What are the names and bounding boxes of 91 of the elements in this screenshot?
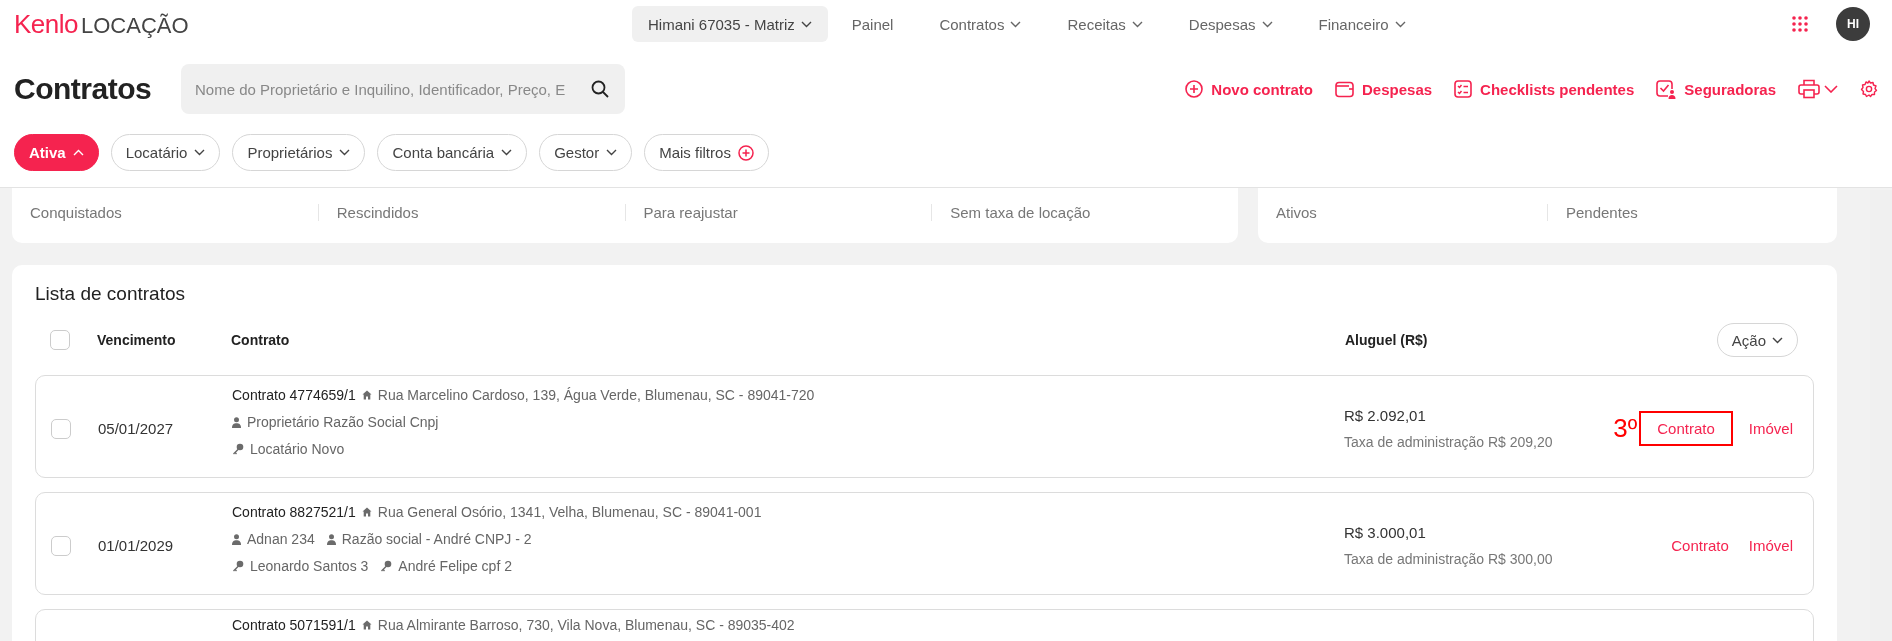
action-link[interactable]: Novo contrato [1185, 80, 1313, 98]
stat-label: Conquistados [30, 204, 122, 221]
check-user-icon [1656, 79, 1677, 99]
property-address: Rua Almirante Barroso, 730, Vila Nova, Blumenau, SC - 89035-402 [377, 617, 795, 633]
admin-fee: Taxa de administração R$ 300,00 [1344, 551, 1554, 567]
caret-icon [194, 149, 206, 156]
nav-menu-item[interactable]: Painel [829, 6, 916, 42]
caret-icon [1010, 20, 1022, 28]
column-header: Contrato [231, 332, 291, 348]
owner-name: Proprietário Razão Social Cnpj [247, 414, 439, 430]
caret-icon [1824, 85, 1838, 93]
person-icon [326, 533, 336, 545]
contract-number: Contrato 4774659/1 [232, 387, 356, 403]
plus-circle-icon [737, 144, 754, 161]
action-link[interactable]: Checklists pendentes [1454, 80, 1635, 98]
property-link[interactable]: Imóvel [1744, 537, 1797, 554]
property-address: Rua Marcelino Cardoso, 139, Água Verde, Blumenau, SC - 89041-720 [377, 387, 815, 403]
row-checkbox[interactable] [51, 535, 71, 556]
nav-menu-item[interactable]: Receitas [1045, 6, 1165, 42]
print-menu-button[interactable] [1798, 79, 1838, 99]
caret-icon [1772, 336, 1783, 344]
key-icon [232, 560, 244, 572]
owner-name: Adnan 234 [247, 531, 315, 547]
contract-row[interactable] [35, 492, 1814, 595]
filter-chip[interactable]: Proprietários [232, 134, 366, 171]
settings-icon[interactable] [1860, 80, 1878, 98]
logo[interactable]: Kenlo [14, 8, 78, 40]
caret-icon [1131, 20, 1143, 28]
contract-row[interactable]: Contrato 5071591/1 Rua Almirante Barroso, 730, Vila Nova, Blumenau, SC - 89035-402 [35, 609, 1814, 641]
action-link[interactable]: Seguradoras [1656, 79, 1776, 99]
owner-name: Razão social - André CNPJ - 2 [341, 531, 532, 547]
filter-chip[interactable]: Mais filtros [644, 134, 769, 171]
caret-icon [606, 149, 618, 156]
admin-fee: Taxa de administração R$ 209,20 [1344, 434, 1554, 450]
wallet-icon [1335, 80, 1354, 98]
filter-chip[interactable]: Locatário [110, 134, 221, 171]
stat-label: Pendentes [1566, 204, 1638, 221]
contract-link[interactable]: Contrato [1653, 420, 1719, 437]
caret-icon [1261, 20, 1273, 28]
filter-chip[interactable]: Gestor [539, 134, 633, 171]
search-field[interactable]: Nome do Proprietário e Inquilino, Identificador, Preço, E [181, 64, 625, 114]
nav-menu-item[interactable]: Financeiro [1296, 6, 1428, 42]
caret-icon [501, 149, 513, 156]
page-title: Contratos [14, 72, 153, 106]
contract-number: Contrato 8827521/1 [232, 504, 356, 520]
person-icon [232, 416, 241, 428]
caret-icon [1394, 20, 1406, 28]
plus-circle-icon [1185, 80, 1204, 98]
row-checkbox[interactable] [51, 418, 71, 439]
tenant-name: Leonardo Santos 3 [250, 558, 369, 574]
stat-label: Ativos [1276, 204, 1317, 221]
select-all-checkbox[interactable] [50, 330, 70, 350]
tenant-name: Locatário Novo [250, 441, 345, 457]
contract-link[interactable]: Contrato [1667, 537, 1733, 554]
nav-menu-item[interactable]: Contratos [917, 6, 1044, 42]
product-name: LOCAÇÃO [81, 12, 189, 39]
apps-grid-icon[interactable] [1792, 16, 1808, 32]
action-link[interactable]: Despesas [1335, 80, 1433, 98]
person-icon [232, 533, 241, 545]
caret-icon [72, 149, 84, 156]
rent-amount: R$ 2.092,01 [1344, 407, 1427, 424]
house-icon [361, 507, 372, 517]
due-date: 01/01/2029 [98, 537, 175, 554]
rent-amount: R$ 3.000,01 [1344, 524, 1427, 541]
organization-selector[interactable]: Himani 67035 - Matriz [632, 6, 828, 42]
printer-icon [1798, 79, 1820, 99]
key-icon [232, 443, 244, 455]
column-header: Aluguel (R$) [1345, 332, 1429, 348]
caret-icon [800, 20, 812, 28]
stat-label: Rescindidos [336, 204, 419, 221]
stat-label: Para reajustar [643, 204, 738, 221]
search-icon[interactable] [591, 80, 609, 98]
column-header: Vencimento [97, 332, 177, 348]
key-icon [380, 560, 393, 572]
tenant-name: André Felipe cpf 2 [398, 558, 512, 574]
user-avatar[interactable]: HI [1836, 7, 1870, 41]
section-title: Lista de contratos [35, 283, 186, 305]
annotation-label: 3º [1613, 413, 1638, 444]
checklist-icon [1454, 80, 1473, 98]
filter-chip[interactable]: Ativa [14, 134, 99, 171]
house-icon [361, 390, 372, 400]
stat-label: Sem taxa de locação [950, 204, 1091, 221]
due-date: 05/01/2027 [98, 420, 175, 437]
nav-menu-item[interactable]: Despesas [1166, 6, 1295, 42]
contract-number: Contrato 5071591/1 [232, 617, 356, 633]
filter-chip[interactable]: Conta bancária [377, 134, 528, 171]
contract-row[interactable] [35, 375, 1814, 478]
property-address: Rua General Osório, 1341, Velha, Blumenau, SC - 89041-001 [377, 504, 762, 520]
property-link[interactable]: Imóvel [1744, 420, 1797, 437]
caret-icon [339, 149, 351, 156]
house-icon [361, 620, 372, 630]
